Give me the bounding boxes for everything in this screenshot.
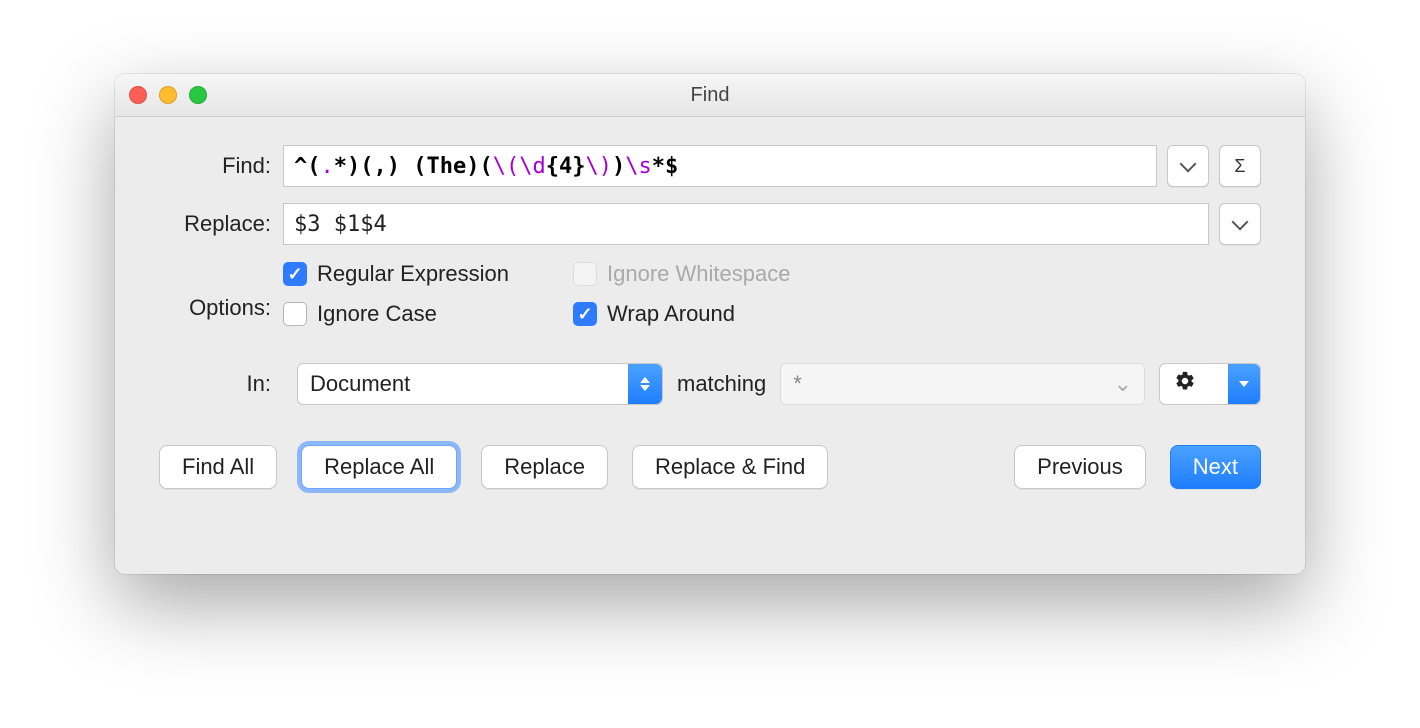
scope-options-button[interactable] (1159, 363, 1261, 405)
option-ignore-whitespace: Ignore Whitespace (573, 261, 1261, 287)
option-label: Ignore Whitespace (607, 261, 790, 287)
option-ignore-case[interactable]: Ignore Case (283, 301, 573, 327)
option-label: Wrap Around (607, 301, 735, 327)
titlebar: Find (115, 74, 1305, 117)
replace-button[interactable]: Replace (481, 445, 608, 489)
replace-history-button[interactable] (1219, 203, 1261, 245)
matching-placeholder: * (793, 371, 802, 397)
checkbox-icon (283, 262, 307, 286)
option-wrap-around[interactable]: Wrap Around (573, 301, 1261, 327)
window-controls (129, 86, 207, 104)
next-button[interactable]: Next (1170, 445, 1261, 489)
dropdown-indicator-icon (1228, 364, 1260, 404)
sigma-icon: Σ (1234, 156, 1245, 177)
find-row: Find: ^(.*)(,) (The)( \(\d{4}\))\s*$ Σ (159, 145, 1261, 187)
checkbox-icon (283, 302, 307, 326)
dialog-body: Find: ^(.*)(,) (The)( \(\d{4}\))\s*$ Σ R… (115, 117, 1305, 513)
scope-row: In: Document matching * ⌄ (159, 363, 1261, 405)
previous-button[interactable]: Previous (1014, 445, 1146, 489)
button-bar: Find All Replace All Replace Replace & F… (159, 445, 1261, 489)
options-row: Options: Regular Expression Ignore White… (159, 261, 1261, 355)
replace-label: Replace: (159, 211, 283, 237)
minimize-window-button[interactable] (159, 86, 177, 104)
option-label: Ignore Case (317, 301, 437, 327)
find-history-button[interactable] (1167, 145, 1209, 187)
in-label: In: (159, 371, 283, 397)
zoom-window-button[interactable] (189, 86, 207, 104)
window-title: Find (691, 84, 730, 107)
chevron-down-icon (1232, 214, 1249, 231)
replace-all-button[interactable]: Replace All (301, 445, 457, 489)
close-window-button[interactable] (129, 86, 147, 104)
matching-label: matching (677, 371, 766, 397)
find-input[interactable]: ^(.*)(,) (The)( \(\d{4}\))\s*$ (283, 145, 1157, 187)
chevron-down-icon (1180, 156, 1197, 173)
checkbox-icon (573, 302, 597, 326)
find-dialog: Find Find: ^(.*)(,) (The)( \(\d{4}\))\s*… (115, 74, 1305, 574)
scope-select-value: Document (310, 371, 410, 397)
replace-row: Replace: $3 $1$4 (159, 203, 1261, 245)
options-label: Options: (159, 295, 283, 321)
updown-stepper-icon (628, 364, 662, 404)
chevron-down-icon: ⌄ (1114, 371, 1132, 397)
option-regular-expression[interactable]: Regular Expression (283, 261, 573, 287)
checkbox-icon (573, 262, 597, 286)
find-label: Find: (159, 153, 283, 179)
gear-icon (1174, 370, 1196, 398)
scope-select[interactable]: Document (297, 363, 663, 405)
insert-pattern-button[interactable]: Σ (1219, 145, 1261, 187)
find-all-button[interactable]: Find All (159, 445, 277, 489)
replace-and-find-button[interactable]: Replace & Find (632, 445, 828, 489)
option-label: Regular Expression (317, 261, 509, 287)
matching-filter-input[interactable]: * ⌄ (780, 363, 1145, 405)
replace-input[interactable]: $3 $1$4 (283, 203, 1209, 245)
